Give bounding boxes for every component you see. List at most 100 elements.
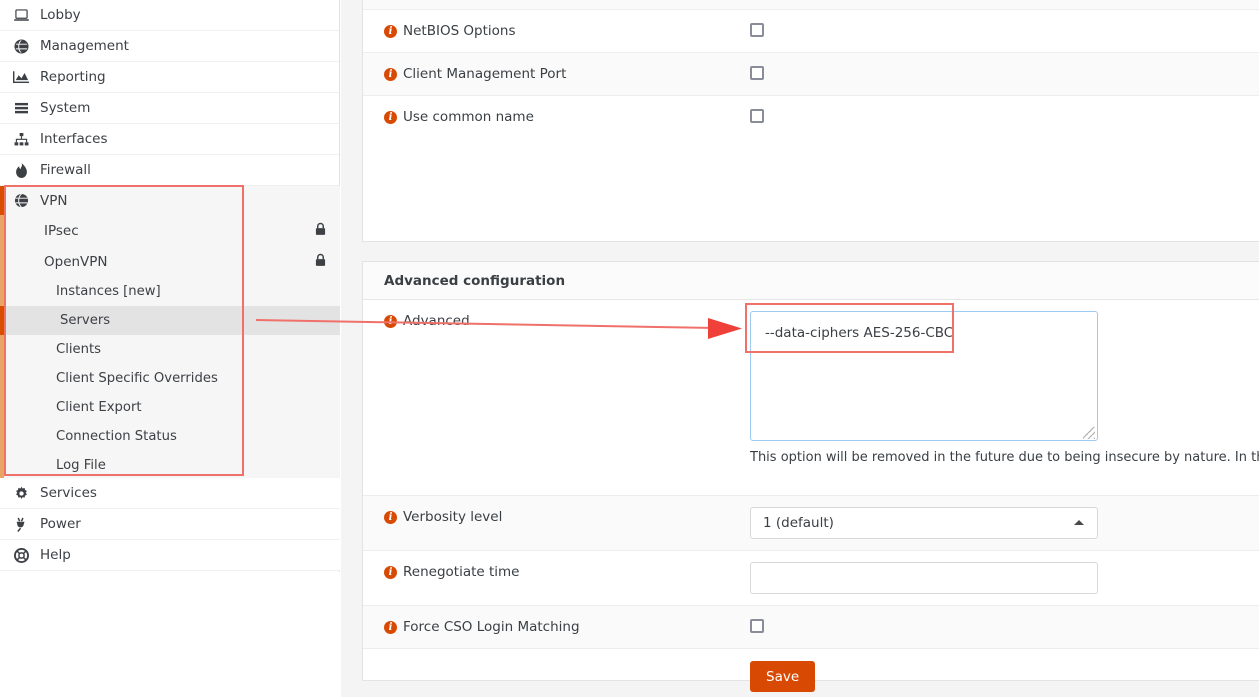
advanced-configuration-panel: Advanced configuration i Advanced This o… — [362, 261, 1259, 692]
sidebar-item-services[interactable]: Services — [0, 478, 340, 509]
row-label: i Renegotiate time — [363, 551, 750, 593]
globe-icon — [10, 193, 32, 208]
label-text: NetBIOS Options — [403, 23, 516, 39]
row-label: i NTP Servers — [363, 0, 750, 9]
sidebar-item-label: Servers — [60, 313, 111, 328]
label-text: Client Management Port — [403, 66, 567, 82]
dns-options-panel: i Force DNS cache update i Prevent DNS l… — [362, 0, 1259, 242]
globe-icon — [10, 38, 32, 54]
sidebar-item-clients[interactable]: Clients — [4, 335, 340, 364]
sidebar-item-interfaces[interactable]: Interfaces — [0, 124, 339, 155]
row-force-cso-login-matching: i Force CSO Login Matching — [363, 606, 1259, 649]
advanced-textarea-wrapper — [750, 311, 1098, 445]
row-label: i Use common name — [363, 96, 750, 138]
fire-icon — [10, 162, 32, 178]
sidebar-item-label: IPsec — [44, 222, 79, 239]
row-ntp-servers: i NTP Servers — [363, 0, 1259, 10]
checkbox-force-cso-login-matching[interactable] — [750, 619, 764, 633]
label-text: Use common name — [403, 109, 534, 125]
sidebar: Lobby Management Reporting System Interf — [0, 0, 340, 572]
sidebar-item-label: Services — [40, 485, 97, 501]
sidebar-item-label: OpenVPN — [44, 253, 108, 270]
renegotiate-time-input[interactable] — [750, 562, 1098, 594]
sidebar-item-system[interactable]: System — [0, 93, 339, 124]
sidebar-item-label: Help — [40, 547, 71, 563]
row-label: i Client Management Port — [363, 53, 750, 95]
sidebar-item-management[interactable]: Management — [0, 31, 339, 62]
sidebar-item-label: VPN — [40, 192, 68, 209]
sidebar-item-firewall[interactable]: Firewall — [0, 155, 339, 186]
label-text: Force CSO Login Matching — [403, 619, 580, 635]
sidebar-group-vpn: VPN IPsec OpenVPN Instances [new] Server… — [0, 186, 340, 480]
sidebar-item-help[interactable]: Help — [0, 540, 340, 571]
row-label: i Advanced — [363, 300, 750, 342]
row-field — [750, 606, 1259, 644]
server-icon — [10, 102, 32, 115]
row-netbios-options: i NetBIOS Options — [363, 10, 1259, 53]
verbosity-select[interactable]: 1 (default)none23 (recommended)456789101… — [750, 507, 1098, 539]
lifering-icon — [10, 547, 32, 563]
verbosity-select-wrapper: 1 (default)none23 (recommended)456789101… — [750, 507, 1098, 539]
row-verbosity-level: i Verbosity level 1 (default)none23 (rec… — [363, 496, 1259, 551]
lock-icon — [315, 222, 326, 239]
gear-icon — [10, 486, 32, 501]
sidebar-item-ipsec[interactable]: IPsec — [4, 215, 340, 246]
row-field: This option will be removed in the futur… — [750, 300, 1259, 476]
row-field — [750, 53, 1259, 91]
row-renegotiate-time: i Renegotiate time — [363, 551, 1259, 606]
sidebar-item-label: Client Export — [56, 400, 142, 415]
sidebar-item-connection-status[interactable]: Connection Status — [4, 422, 340, 451]
row-label: i NetBIOS Options — [363, 10, 750, 52]
sidebar-item-label: Clients — [56, 342, 102, 357]
info-icon[interactable]: i — [384, 511, 397, 524]
sidebar-item-openvpn[interactable]: OpenVPN — [4, 246, 340, 277]
row-field — [750, 551, 1259, 605]
info-icon[interactable]: i — [384, 111, 397, 124]
advanced-textarea[interactable] — [750, 311, 1098, 441]
row-label: i Verbosity level — [363, 496, 750, 538]
sidebar-item-label: Firewall — [40, 162, 91, 178]
row-client-management-port: i Client Management Port — [363, 53, 1259, 96]
sidebar-item-reporting[interactable]: Reporting — [0, 62, 339, 93]
panel-title: Advanced configuration — [363, 262, 1259, 300]
info-icon[interactable]: i — [384, 25, 397, 38]
app-root: Lobby Management Reporting System Interf — [0, 0, 1259, 697]
row-field: 1 (default)none23 (recommended)456789101… — [750, 496, 1259, 550]
sidebar-item-label: Management — [40, 38, 129, 54]
row-label: i Force CSO Login Matching — [363, 606, 750, 648]
save-bar-spacer — [363, 661, 750, 692]
checkbox-netbios-options[interactable] — [750, 23, 764, 37]
label-text: Verbosity level — [403, 509, 503, 525]
info-icon[interactable]: i — [384, 621, 397, 634]
sidebar-item-label: Instances [new] — [56, 284, 161, 299]
checkbox-use-common-name[interactable] — [750, 109, 764, 123]
sidebar-item-label: Lobby — [40, 7, 81, 23]
sidebar-item-client-export[interactable]: Client Export — [4, 393, 340, 422]
row-use-common-name: i Use common name — [363, 96, 1259, 138]
info-icon[interactable]: i — [384, 68, 397, 81]
sidebar-item-servers[interactable]: Servers — [0, 306, 340, 335]
chart-icon — [10, 70, 32, 84]
row-advanced: i Advanced This option will be removed i… — [363, 300, 1259, 496]
sidebar-item-lobby[interactable]: Lobby — [0, 0, 339, 31]
sidebar-item-instances[interactable]: Instances [new] — [4, 277, 340, 306]
sidebar-item-vpn[interactable]: VPN — [0, 186, 340, 215]
save-button[interactable]: Save — [750, 661, 816, 692]
sidebar-item-label: Interfaces — [40, 131, 108, 147]
checkbox-client-management-port[interactable] — [750, 66, 764, 80]
sidebar-item-power[interactable]: Power — [0, 509, 340, 540]
sidebar-item-label: Reporting — [40, 69, 106, 85]
info-icon[interactable]: i — [384, 315, 397, 328]
info-icon[interactable]: i — [384, 566, 397, 579]
sidebar-item-client-specific-overrides[interactable]: Client Specific Overrides — [4, 364, 340, 393]
sitemap-icon — [10, 132, 32, 146]
sidebar-item-label: System — [40, 100, 91, 116]
sidebar-item-label: Log File — [56, 458, 106, 473]
save-bar-field: Save — [750, 661, 816, 692]
sidebar-bottom-nav: Services Power Help — [0, 478, 340, 571]
sidebar-item-log-file[interactable]: Log File — [4, 451, 340, 480]
row-field — [750, 96, 1259, 134]
save-bar: Save — [363, 649, 1259, 697]
label-text: Renegotiate time — [403, 564, 520, 580]
sidebar-item-label: Client Specific Overrides — [56, 371, 218, 386]
